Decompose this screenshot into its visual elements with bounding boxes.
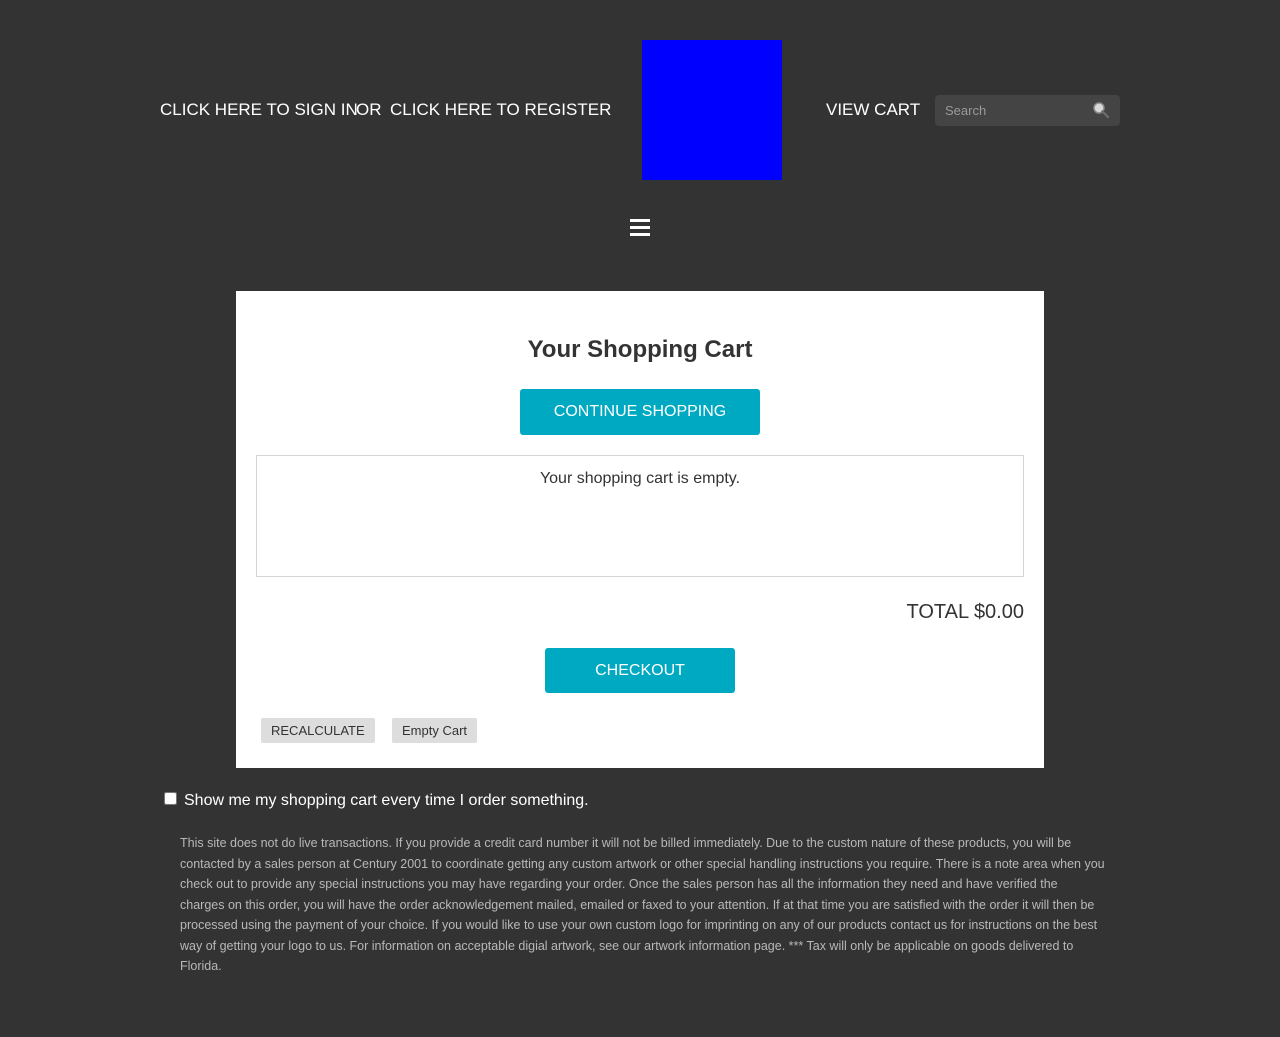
search-icon[interactable] xyxy=(1092,101,1110,119)
show-cart-label: Show me my shopping cart every time I or… xyxy=(184,792,589,809)
page: CLICK HERE TO SIGN IN OR CLICK HERE TO R… xyxy=(0,0,1280,1037)
continue-shopping-button[interactable]: CONTINUE SHOPPING xyxy=(520,389,760,435)
cart-items-box: Your shopping cart is empty. xyxy=(256,455,1024,577)
view-cart-link[interactable]: VIEW CART xyxy=(826,100,920,120)
sign-in-link[interactable]: CLICK HERE TO SIGN IN xyxy=(160,100,358,120)
show-cart-checkbox[interactable] xyxy=(164,792,177,805)
empty-cart-button[interactable]: Empty Cart xyxy=(392,718,478,743)
site-logo[interactable] xyxy=(642,40,782,180)
hamburger-menu-icon[interactable] xyxy=(630,219,650,237)
disclaimer-text: This site does not do live transactions.… xyxy=(180,836,1105,973)
register-link[interactable]: CLICK HERE TO REGISTER xyxy=(390,100,611,120)
search-box xyxy=(935,95,1120,126)
recalculate-button[interactable]: RECALCULATE xyxy=(261,718,375,743)
or-separator: OR xyxy=(356,100,382,119)
cart-empty-message: Your shopping cart is empty. xyxy=(539,470,741,487)
checkout-button[interactable]: CHECKOUT xyxy=(545,648,735,693)
shopping-cart-panel: Your Shopping Cart CONTINUE SHOPPING You… xyxy=(236,291,1044,768)
cart-title: Your Shopping Cart xyxy=(527,336,753,363)
cart-total: TOTAL $0.00 xyxy=(906,601,1024,623)
search-input[interactable] xyxy=(935,95,1095,126)
